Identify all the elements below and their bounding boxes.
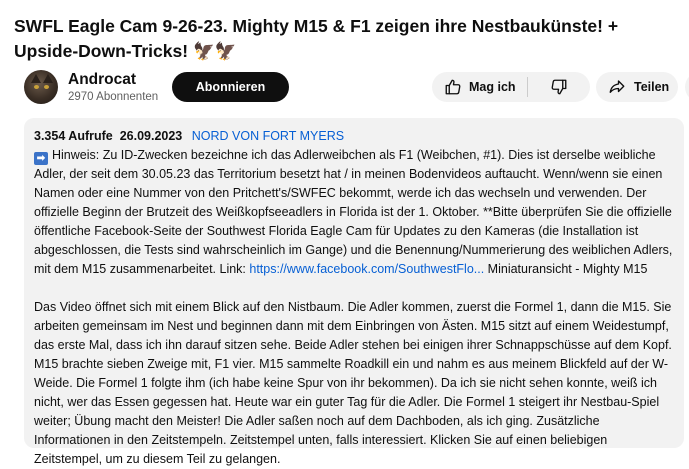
description-box[interactable]: 3.354 Aufrufe 26.09.2023 NORD VON FORT M… — [24, 118, 684, 466]
thumb-down-icon — [550, 78, 568, 96]
upload-date: 26.09.2023 — [119, 129, 183, 143]
like-label: Mag ich — [469, 80, 516, 94]
video-title: SWFL Eagle Cam 9-26-23. Mighty M15 & F1 … — [14, 14, 674, 64]
like-button[interactable]: Mag ich — [432, 72, 527, 102]
share-button[interactable]: Teilen — [596, 72, 678, 102]
description-meta: 3.354 Aufrufe 26.09.2023 NORD VON FORT M… — [34, 127, 674, 146]
share-label: Teilen — [634, 80, 670, 94]
like-dislike-group: Mag ich — [432, 72, 590, 102]
subscriber-count: 2970 Abonnenten — [68, 91, 159, 103]
facebook-link[interactable]: https://www.facebook.com/SouthwestFlo... — [249, 262, 484, 276]
channel-avatar[interactable] — [24, 70, 58, 104]
location-hashtag[interactable]: NORD VON FORT MYERS — [192, 129, 344, 143]
channel-row: Androcat 2970 Abonnenten Abonnieren Mag … — [24, 70, 689, 106]
description-paragraph-1: ➡ Hinweis: Zu ID-Zwecken bezeichne ich da… — [34, 146, 674, 279]
dislike-button[interactable] — [528, 72, 590, 102]
video-title-text: SWFL Eagle Cam 9-26-23. Mighty M15 & F1 … — [14, 16, 619, 61]
channel-name[interactable]: Androcat — [68, 71, 136, 89]
view-count: 3.354 Aufrufe — [34, 129, 113, 143]
info-arrow-icon: ➡ — [34, 152, 48, 165]
description-paragraph-2: Das Video öffnet sich mit einem Blick au… — [34, 300, 672, 466]
description-text-1: Hinweis: Zu ID-Zwecken bezeichne ich das… — [34, 148, 673, 276]
description-content: 3.354 Aufrufe 26.09.2023 NORD VON FORT M… — [34, 127, 674, 469]
subscribe-button[interactable]: Abonnieren — [172, 72, 289, 102]
eagle-emoji-icon: 🦅🦅 — [192, 41, 237, 61]
more-actions-button[interactable]: ••• — [685, 72, 689, 102]
share-arrow-icon — [608, 78, 626, 96]
thumb-up-icon — [444, 78, 462, 96]
description-text-1b: Miniaturansicht - Mighty M15 — [484, 262, 648, 276]
